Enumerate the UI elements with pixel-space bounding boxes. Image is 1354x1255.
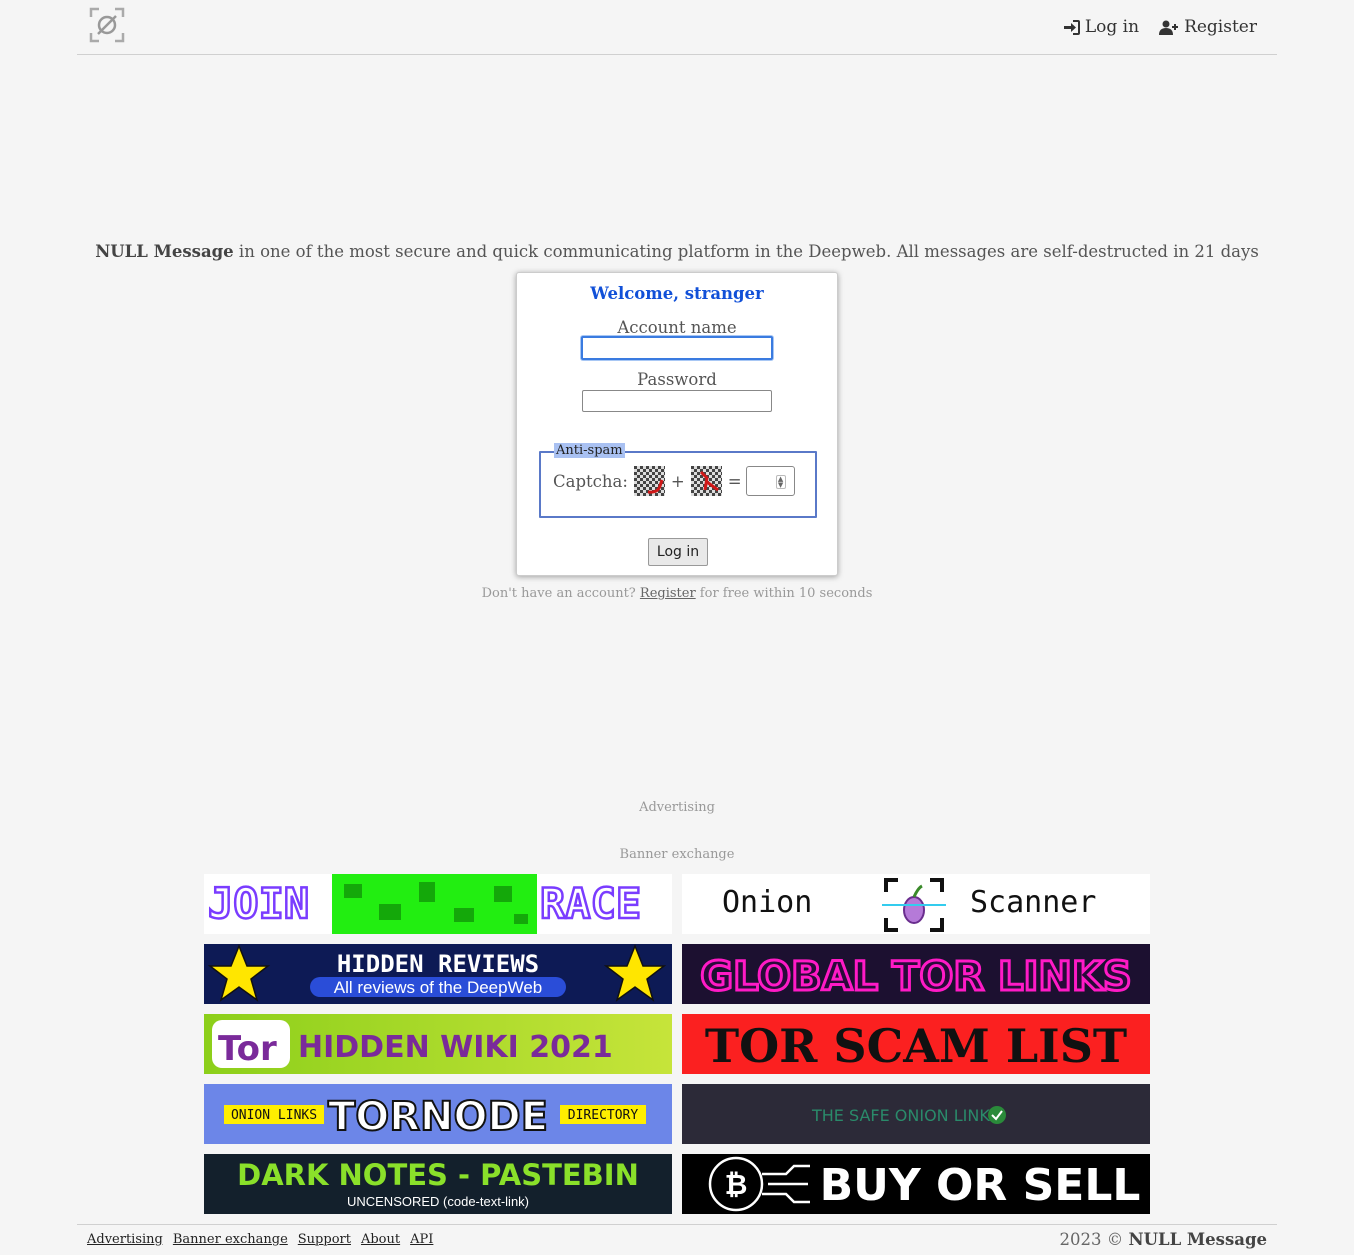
banner-buy-or-sell[interactable]: ₿ BUY OR SELL xyxy=(682,1154,1150,1214)
register-link[interactable]: Register xyxy=(1159,17,1257,37)
captcha-digit-image-1 xyxy=(633,466,665,496)
banner-hidden-wiki[interactable]: Tor HIDDEN WIKI 2021 xyxy=(204,1014,672,1074)
svg-text:₿: ₿ xyxy=(725,1168,748,1201)
tagline-text: in one of the most secure and quick comm… xyxy=(233,242,1259,261)
banner-tornode-mid: TORNODE xyxy=(328,1094,548,1140)
sign-in-icon xyxy=(1063,19,1080,35)
banner-tornode-left: ONION LINKS xyxy=(231,1108,317,1123)
banner-tornode-right: DIRECTORY xyxy=(568,1108,639,1123)
banner-buy-text: BUY OR SELL xyxy=(820,1160,1141,1211)
anti-spam-legend: Anti-spam xyxy=(554,443,625,458)
signup-suffix: for free within 10 seconds xyxy=(695,586,873,601)
banner-scam-text: TOR SCAM LIST xyxy=(705,1019,1127,1073)
footer-copyright: 2023 © NULL Message xyxy=(1060,1230,1268,1249)
signup-prefix: Don't have an account? xyxy=(481,586,640,601)
star-icon xyxy=(603,944,667,1002)
footer-link-support[interactable]: Support xyxy=(298,1232,351,1247)
banner-onion-right: Scanner xyxy=(970,885,1096,920)
banner-exchange-label: Banner exchange xyxy=(619,847,735,862)
welcome-heading: Welcome, stranger xyxy=(590,284,764,303)
banner-dark-sub: UNCENSORED (code-text-link) xyxy=(347,1194,529,1209)
footer-link-advertising[interactable]: Advertising xyxy=(87,1232,163,1247)
top-bar: Log in Register xyxy=(77,0,1277,55)
footer-links: Advertising Banner exchange Support Abou… xyxy=(87,1232,433,1247)
banner-dark-title: DARK NOTES - PASTEBIN xyxy=(237,1158,639,1192)
register-link-label: Register xyxy=(1184,17,1257,37)
footer-year: 2023 © xyxy=(1059,1230,1124,1249)
spinner-arrows-icon[interactable]: ▲ ▼ xyxy=(775,475,786,489)
anti-spam-fieldset: Anti-spam Captcha: + = ▲ ▼ xyxy=(539,443,817,518)
banner-hidden-title: HIDDEN REVIEWS xyxy=(337,950,539,978)
user-plus-icon xyxy=(1159,20,1179,35)
signup-register-link[interactable]: Register xyxy=(640,586,696,601)
captcha-plus: + xyxy=(670,471,685,491)
login-link[interactable]: Log in xyxy=(1063,17,1139,37)
banner-hidden-sub: All reviews of the DeepWeb xyxy=(334,978,543,997)
footer: Advertising Banner exchange Support Abou… xyxy=(77,1224,1277,1255)
banner-wiki-logo: Tor xyxy=(218,1029,277,1069)
tagline: NULL Message in one of the most secure a… xyxy=(0,242,1354,261)
login-submit-button[interactable]: Log in xyxy=(648,538,708,566)
onion-scanner-icon xyxy=(882,878,946,932)
footer-link-api[interactable]: API xyxy=(410,1232,433,1247)
banner-safe-onion-links[interactable]: THE SAFE ONION LINKS xyxy=(682,1084,1150,1144)
banner-hidden-reviews[interactable]: HIDDEN REVIEWS All reviews of the DeepWe… xyxy=(204,944,672,1004)
banner-dark-notes[interactable]: DARK NOTES - PASTEBIN UNCENSORED (code-t… xyxy=(204,1154,672,1214)
banner-global-tor-links[interactable]: GLOBAL TOR LINKS xyxy=(682,944,1150,1004)
password-label: Password xyxy=(637,370,717,389)
tagline-brand: NULL Message xyxy=(95,242,234,261)
footer-brand: NULL Message xyxy=(1128,1230,1268,1249)
banner-onion-left: Onion xyxy=(722,885,812,920)
footer-link-banner-exchange[interactable]: Banner exchange xyxy=(173,1232,288,1247)
banner-tor-scam-list[interactable]: TOR SCAM LIST xyxy=(682,1014,1150,1074)
captcha-label: Captcha: xyxy=(553,471,628,491)
advertising-label: Advertising xyxy=(639,800,715,815)
login-link-label: Log in xyxy=(1084,17,1140,37)
banner-tornode[interactable]: ONION LINKS TORNODE DIRECTORY xyxy=(204,1084,672,1144)
account-name-input[interactable] xyxy=(581,336,773,360)
banner-onion-scanner[interactable]: Onion Scanner xyxy=(682,874,1150,934)
top-nav: Log in Register xyxy=(1063,17,1257,37)
captcha-answer-input[interactable]: ▲ ▼ xyxy=(745,466,795,496)
null-logo-icon[interactable] xyxy=(89,7,125,43)
signup-prompt: Don't have an account? Register for free… xyxy=(0,586,1354,601)
banner-wiki-text: HIDDEN WIKI 2021 xyxy=(298,1030,613,1065)
check-icon xyxy=(988,1106,1006,1124)
captcha-digit-image-2 xyxy=(690,466,722,496)
footer-link-about[interactable]: About xyxy=(361,1232,400,1247)
banner-global-text: GLOBAL TOR LINKS xyxy=(700,954,1131,1000)
banner-safe-text: THE SAFE ONION LINKS xyxy=(811,1106,1000,1125)
banner-join-left: JOIN xyxy=(208,879,309,928)
password-input[interactable] xyxy=(582,390,772,412)
account-name-label: Account name xyxy=(617,318,737,337)
banner-join-race[interactable]: JOIN RACE xyxy=(204,874,672,934)
banner-join-right: RACE xyxy=(540,879,641,928)
login-card: Welcome, stranger Account name Password … xyxy=(516,272,838,576)
captcha-row: Captcha: + = ▲ ▼ xyxy=(553,466,795,496)
captcha-equals: = xyxy=(727,471,742,491)
star-icon xyxy=(207,944,271,1002)
